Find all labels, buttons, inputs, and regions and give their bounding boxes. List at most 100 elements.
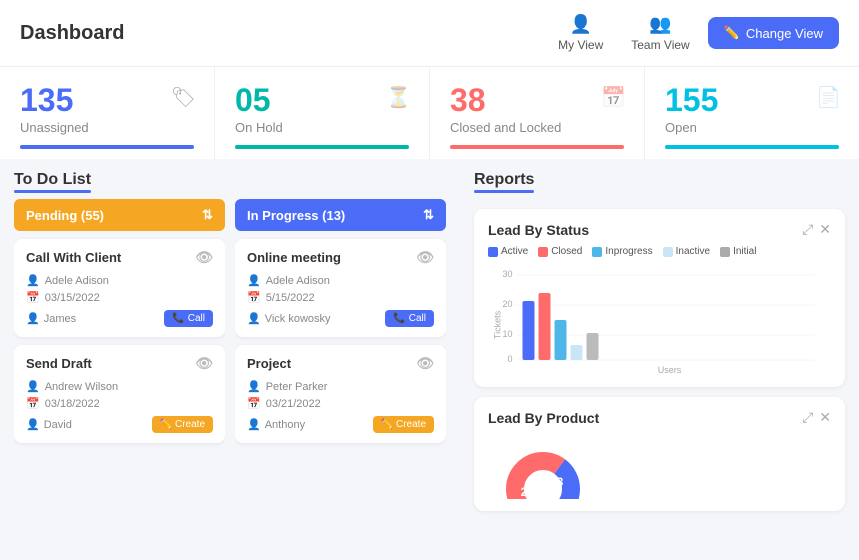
chart-legend: Active Closed Inprogress Inactive Initia… — [488, 246, 831, 257]
task-footer: 👤 Anthony ✏️ Create — [247, 416, 434, 433]
task-title: Send Draft 👁 — [26, 355, 213, 372]
eye-icon[interactable]: 👁 — [195, 249, 213, 266]
assignee-icon: 👤 — [26, 418, 40, 431]
stat-on-hold: 05 On Hold ⏳ — [215, 67, 430, 159]
assignee-icon: 👤 — [26, 312, 40, 325]
pending-header: Pending (55) ⇅ — [14, 199, 225, 231]
inprogress-column: In Progress (13) ⇅ Online meeting 👁 👤 Ad… — [235, 199, 446, 540]
task-date: 📅 03/21/2022 — [247, 397, 434, 410]
stats-row: 135 Unassigned 🏷 05 On Hold ⏳ 38 Closed … — [0, 67, 859, 159]
stat-number-on-hold: 05 — [235, 83, 409, 118]
task-card: Project 👁 👤 Peter Parker 📅 03/21/2022 👤 — [235, 345, 446, 443]
team-view-button[interactable]: 👥 Team View — [621, 10, 699, 56]
create-badge[interactable]: ✏️ Create — [152, 416, 213, 433]
calendar-icon: 📅 — [247, 291, 261, 304]
person-icon: 👤 — [569, 14, 591, 35]
svg-text:30: 30 — [502, 269, 512, 279]
task-user: 👤 Peter Parker — [247, 380, 434, 393]
calendar-icon: 📅 — [26, 291, 40, 304]
task-user: 👤 Adele Adison — [26, 274, 213, 287]
legend-dot — [720, 247, 730, 257]
task-card: Send Draft 👁 👤 Andrew Wilson 📅 03/18/202… — [14, 345, 225, 443]
stat-label-closed: Closed and Locked — [450, 120, 624, 135]
expand-button[interactable]: ⤢ — [802, 221, 813, 238]
inprogress-header: In Progress (13) ⇅ — [235, 199, 446, 231]
svg-text:Tickets: Tickets — [493, 311, 503, 340]
task-title: Online meeting 👁 — [247, 249, 434, 266]
tag-icon: 🏷 — [171, 85, 196, 110]
header-actions: 👤 My View 👥 Team View ✏️ Change View — [548, 10, 839, 56]
task-assignee: 👤 Anthony — [247, 418, 305, 431]
stat-bar-unassigned — [20, 145, 194, 149]
stat-open: 155 Open 📄 — [645, 67, 859, 159]
stat-bar-closed — [450, 145, 624, 149]
task-assignee: 👤 Vick kowosky — [247, 312, 331, 325]
todo-section: To Do List Pending (55) ⇅ Call With Clie… — [0, 159, 460, 560]
page-title: Dashboard — [20, 22, 124, 45]
stat-label-open: Open — [665, 120, 839, 135]
task-user: 👤 Andrew Wilson — [26, 380, 213, 393]
call-badge[interactable]: 📞 Call — [385, 310, 434, 327]
pencil-icon: ✏️ — [724, 25, 740, 41]
legend-item-inprogress: Inprogress — [592, 246, 652, 257]
stat-label-on-hold: On Hold — [235, 120, 409, 135]
create-badge[interactable]: ✏️ Create — [373, 416, 434, 433]
sort-icon[interactable]: ⇅ — [202, 207, 213, 223]
bar-chart-svg: 30 20 10 0 Tickets — [488, 265, 831, 375]
phone-icon: 📞 — [172, 313, 184, 324]
legend-item-initial: Initial — [720, 246, 756, 257]
svg-text:0: 0 — [507, 354, 512, 364]
reports-title: Reports — [474, 171, 534, 189]
close-button[interactable]: ✕ — [819, 221, 831, 238]
calendar-icon: 📅 — [247, 397, 261, 410]
donut-chart-svg: 2 3 — [488, 434, 598, 499]
user-icon: 👤 — [26, 274, 40, 287]
task-date: 📅 03/18/2022 — [26, 397, 213, 410]
stat-number-open: 155 — [665, 83, 839, 118]
svg-text:2: 2 — [521, 485, 528, 499]
hourglass-icon: ⏳ — [386, 85, 411, 110]
main-content: To Do List Pending (55) ⇅ Call With Clie… — [0, 159, 859, 560]
close-button-product[interactable]: ✕ — [819, 409, 831, 426]
eye-icon[interactable]: 👁 — [416, 249, 434, 266]
legend-dot — [538, 247, 548, 257]
phone-icon: 📞 — [393, 313, 405, 324]
legend-item-inactive: Inactive — [663, 246, 710, 257]
user-icon: 👤 — [247, 380, 261, 393]
lead-by-status-card: Lead By Status ⤢ ✕ Active Closed Inprogr — [474, 209, 845, 387]
task-user: 👤 Adele Adison — [247, 274, 434, 287]
document-icon: 📄 — [816, 85, 841, 110]
stat-bar-open — [665, 145, 839, 149]
call-badge[interactable]: 📞 Call — [164, 310, 213, 327]
pencil-icon: ✏️ — [160, 419, 172, 430]
stat-label-unassigned: Unassigned — [20, 120, 194, 135]
svg-text:20: 20 — [502, 299, 512, 309]
chart-title-product: Lead By Product — [488, 410, 599, 426]
stat-unassigned: 135 Unassigned 🏷 — [0, 67, 215, 159]
todo-columns: Pending (55) ⇅ Call With Client 👁 👤 Adel… — [14, 199, 446, 540]
my-view-button[interactable]: 👤 My View — [548, 10, 613, 56]
task-card: Call With Client 👁 👤 Adele Adison 📅 03/1… — [14, 239, 225, 337]
legend-dot — [488, 247, 498, 257]
task-title: Call With Client 👁 — [26, 249, 213, 266]
eye-icon[interactable]: 👁 — [195, 355, 213, 372]
sort-icon[interactable]: ⇅ — [423, 207, 434, 223]
eye-icon[interactable]: 👁 — [416, 355, 434, 372]
task-card: Online meeting 👁 👤 Adele Adison 📅 5/15/2… — [235, 239, 446, 337]
task-title: Project 👁 — [247, 355, 434, 372]
stat-number-unassigned: 135 — [20, 83, 194, 118]
lead-by-product-card: Lead By Product ⤢ ✕ 2 3 — [474, 397, 845, 511]
svg-text:Users: Users — [658, 365, 682, 375]
todo-title: To Do List — [14, 171, 91, 189]
task-footer: 👤 James 📞 Call — [26, 310, 213, 327]
user-icon: 👤 — [26, 380, 40, 393]
assignee-icon: 👤 — [247, 418, 261, 431]
change-view-button[interactable]: ✏️ Change View — [708, 17, 839, 49]
stat-bar-on-hold — [235, 145, 409, 149]
legend-dot — [663, 247, 673, 257]
pencil-icon: ✏️ — [381, 419, 393, 430]
svg-text:10: 10 — [502, 329, 512, 339]
header: Dashboard 👤 My View 👥 Team View ✏️ Chang… — [0, 0, 859, 67]
chart-header-product: Lead By Product ⤢ ✕ — [488, 409, 831, 426]
expand-button-product[interactable]: ⤢ — [802, 409, 813, 426]
